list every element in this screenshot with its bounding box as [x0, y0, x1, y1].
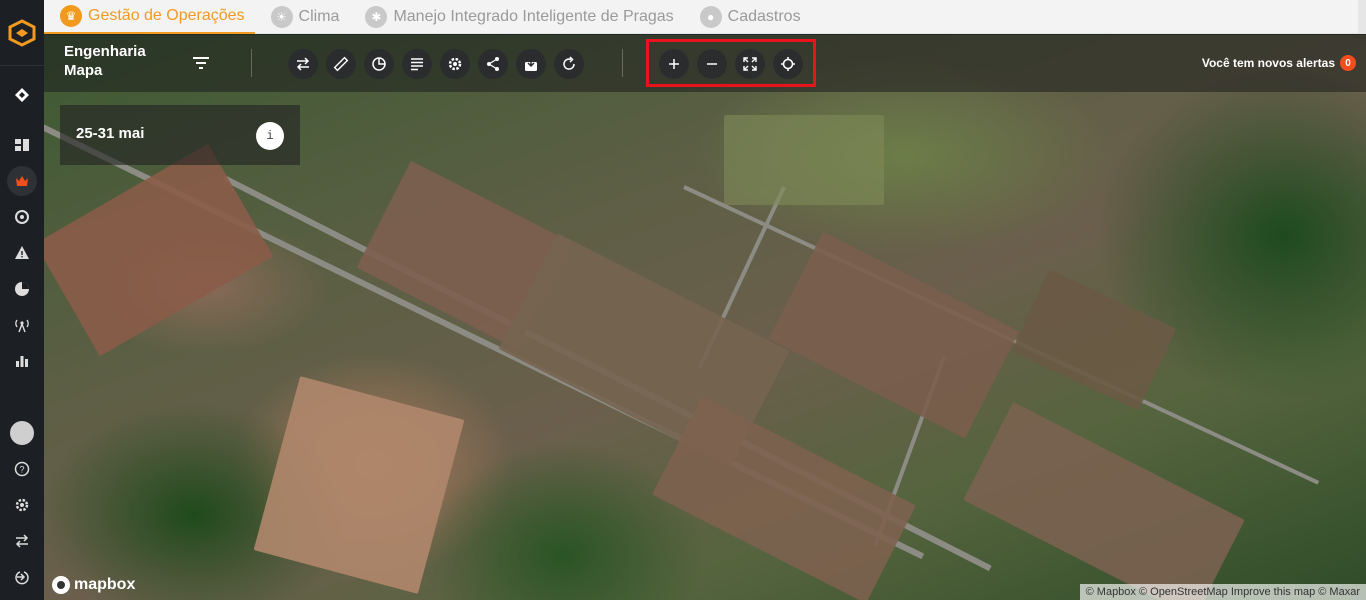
swap-icon — [296, 57, 310, 71]
divider — [622, 49, 623, 77]
antenna-icon[interactable] — [7, 310, 37, 340]
list-icon — [411, 58, 423, 71]
page-subtitle: Mapa — [64, 62, 103, 79]
map-neighborhood — [768, 231, 1020, 439]
map-neighborhood — [963, 401, 1245, 600]
map-toolbar: Engenharia Mapa Você tem novos alertas 0 — [44, 35, 1366, 92]
tab-label: Cadastros — [727, 7, 801, 25]
alerts-badge: 0 — [1340, 55, 1356, 71]
locate-button[interactable] — [773, 49, 803, 79]
sidebar: ? — [0, 0, 44, 600]
svg-text:?: ? — [19, 465, 24, 475]
date-range-label: 25-31 mai — [76, 125, 145, 142]
bug-icon: ✱ — [365, 5, 388, 28]
tab-gestao-de-operacoes[interactable]: ♛ Gestão de Operações — [44, 0, 255, 34]
logout-icon[interactable] — [7, 562, 37, 592]
refresh-icon — [563, 56, 575, 70]
alerts-notice[interactable]: Você tem novos alertas 0 — [1202, 55, 1356, 71]
page-title: Engenharia — [64, 43, 146, 60]
map-neighborhood — [44, 143, 274, 357]
gear-icon[interactable] — [7, 490, 37, 520]
avatar[interactable] — [10, 421, 34, 445]
filter-button[interactable] — [190, 52, 212, 74]
logo-icon — [8, 18, 36, 47]
map-construction-site — [253, 376, 465, 594]
map-neighborhood — [652, 396, 916, 600]
tab-label: Gestão de Operações — [88, 6, 245, 24]
top-navigation: ♛ Gestão de Operações ☀ Clima ✱ Manejo I… — [44, 0, 1366, 34]
user-icon: ● — [699, 5, 722, 28]
pie-chart-icon — [372, 57, 386, 71]
settings-button[interactable] — [440, 49, 470, 79]
zoom-out-button[interactable] — [697, 49, 727, 79]
map-attribution[interactable]: © Mapbox © OpenStreetMap Improve this ma… — [1079, 584, 1366, 600]
operations-icon: ♛ — [60, 4, 82, 27]
pest-icon[interactable] — [7, 202, 37, 232]
download-button[interactable] — [516, 49, 546, 79]
alerts-label: Você tem novos alertas — [1201, 56, 1335, 70]
fullscreen-button[interactable] — [735, 49, 765, 79]
share-button[interactable] — [478, 49, 508, 79]
tab-label: Manejo Integrado Inteligente de Pragas — [393, 7, 674, 25]
alert-icon[interactable] — [7, 238, 37, 268]
list-button[interactable] — [402, 49, 432, 79]
operations-icon[interactable] — [7, 166, 37, 196]
ruler-icon — [333, 56, 349, 72]
refresh-button[interactable] — [554, 49, 584, 79]
sun-icon: ☀ — [270, 5, 293, 28]
mapbox-brand: mapbox — [74, 576, 136, 593]
plus-icon — [669, 59, 679, 69]
date-range-card: 25-31 mai i — [60, 105, 300, 165]
info-icon[interactable]: i — [256, 122, 284, 150]
help-icon[interactable]: ? — [7, 454, 37, 484]
dashboard-icon[interactable] — [7, 130, 37, 160]
map-field — [724, 115, 884, 205]
tab-manejo-pragas[interactable]: ✱ Manejo Integrado Inteligente de Pragas — [349, 0, 683, 34]
tab-clima[interactable]: ☀ Clima — [255, 0, 350, 34]
mapbox-icon — [52, 576, 70, 594]
map-neighborhood — [1011, 269, 1177, 411]
share-icon — [487, 57, 499, 71]
minus-icon — [707, 63, 717, 65]
zoom-in-button[interactable] — [659, 49, 689, 79]
brand-icon[interactable] — [7, 80, 37, 110]
swap-icon[interactable] — [7, 526, 37, 556]
crosshair-icon — [781, 57, 795, 71]
mapbox-logo[interactable]: mapbox — [52, 576, 135, 594]
tab-label: Clima — [298, 7, 340, 25]
measure-button[interactable] — [326, 49, 356, 79]
scrollbar[interactable] — [1358, 0, 1366, 34]
app-logo[interactable] — [0, 0, 44, 66]
divider — [251, 49, 252, 77]
tab-cadastros[interactable]: ● Cadastros — [684, 0, 811, 34]
bar-chart-icon[interactable] — [7, 346, 37, 376]
satellite-map[interactable]: Engenharia Mapa Você tem novos alertas 0… — [44, 35, 1366, 600]
download-icon — [525, 57, 537, 71]
expand-icon — [743, 57, 757, 71]
pie-chart-icon[interactable] — [7, 274, 37, 304]
gear-icon — [448, 57, 462, 71]
statistics-button[interactable] — [364, 49, 394, 79]
swap-layers-button[interactable] — [288, 49, 318, 79]
filter-icon — [193, 57, 209, 69]
